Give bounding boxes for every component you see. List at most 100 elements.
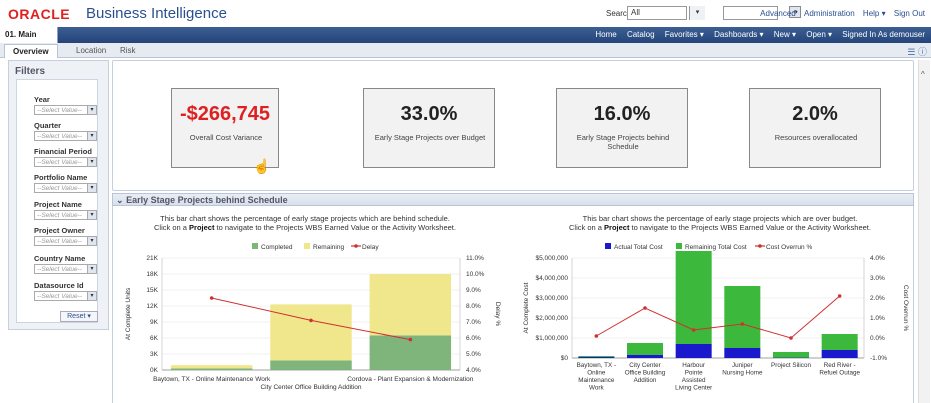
kpi-card-cost-variance[interactable]: -$266,745 Overall Cost Variance: [171, 88, 279, 168]
tab-main[interactable]: 01. Main: [0, 27, 58, 43]
chevron-down-icon[interactable]: ▾: [689, 6, 705, 20]
datasource-id-select[interactable]: --Select Value-- ▾: [34, 291, 97, 301]
y-tick-label: 15K: [146, 287, 158, 294]
y-tick-label: 18K: [146, 271, 158, 278]
kpi-card-over-budget[interactable]: 33.0% Early Stage Projects over Budget: [363, 88, 495, 168]
y2-tick-label: 1.0%: [870, 315, 885, 322]
oracle-logo: ORACLE: [8, 6, 71, 22]
y2-axis-title: Delay %: [494, 302, 501, 326]
y2-tick-label: 11.0%: [466, 255, 484, 262]
kpi-card-behind-schedule[interactable]: 16.0% Early Stage Projects behind Schedu…: [556, 88, 688, 168]
section-header[interactable]: ⌄ Early Stage Projects behind Schedule: [112, 193, 914, 206]
x-tick-label: Harbour Pointe Assisted Living Center: [675, 362, 712, 392]
project-emphasis: Project: [189, 223, 215, 232]
quarter-select[interactable]: --Select Value-- ▾: [34, 131, 97, 141]
legend-label: Actual Total Cost: [614, 244, 663, 251]
open-menu[interactable]: Open ▾: [806, 30, 832, 39]
reset-button[interactable]: Reset ▾: [60, 311, 98, 322]
y2-tick-label: 4.0%: [870, 255, 885, 262]
y2-tick-label: 8.0%: [466, 303, 481, 310]
collapse-icon[interactable]: ⌄: [116, 195, 124, 205]
filter-portfolio-name: Portfolio Name --Select Value-- ▾: [34, 173, 97, 193]
x-tick-label: Baytown, TX -Online Maintenance Work: [577, 362, 616, 392]
legend-swatch: [252, 243, 258, 249]
legend-swatch: [605, 243, 611, 249]
y2-tick-label: 0.0%: [870, 335, 885, 342]
overrun-point: [740, 322, 745, 326]
left-chart-description: This bar chart shows the percentage of e…: [154, 214, 456, 232]
x-tick-label: Red River -Refuel Outage: [819, 362, 860, 377]
new-menu[interactable]: New ▾: [774, 30, 796, 39]
legend-swatch: [758, 244, 762, 248]
bar-remaining-cost: [821, 334, 858, 350]
top-header: ORACLE Business Intelligence Search All …: [0, 0, 931, 27]
financial-period-select[interactable]: --Select Value-- ▾: [34, 157, 97, 167]
favorites-menu[interactable]: Favorites ▾: [665, 30, 704, 39]
hand-cursor-icon: ☝: [253, 158, 271, 174]
chevron-down-icon: ▾: [87, 158, 96, 166]
filter-quarter: Quarter --Select Value-- ▾: [34, 121, 97, 141]
year-select[interactable]: --Select Value-- ▾: [34, 105, 97, 115]
x-tick-label: City Center Office Building Addition: [625, 362, 666, 384]
y-tick-label: 12K: [146, 303, 158, 310]
chevron-down-icon: ▾: [87, 106, 96, 114]
y-tick-label: $0: [561, 355, 569, 362]
bar-remaining-cost: [724, 286, 761, 348]
kpi-label: Overall Cost Variance: [189, 133, 263, 142]
filter-label: Quarter: [34, 121, 62, 130]
legend-label: Completed: [261, 244, 293, 251]
filter-label: Country Name: [34, 254, 86, 263]
schedule-delay-chart[interactable]: Completed Remaining Delay 21K 18K 15K 12K 9K 6K 3…: [112, 238, 512, 403]
y-axis-title: At Complete Units: [125, 287, 132, 340]
project-name-select[interactable]: --Select Value-- ▾: [34, 210, 97, 220]
y2-tick-label: -1.0%: [870, 355, 887, 362]
y2-tick-label: 2.0%: [870, 295, 885, 302]
tab-location[interactable]: Location: [68, 44, 114, 58]
kpi-value: 16.0%: [593, 103, 651, 125]
filters-title: Filters: [15, 66, 46, 77]
bar-remaining-cost: [578, 356, 615, 357]
page-options-icon[interactable]: ☰ ⓘ: [907, 45, 927, 58]
kpi-card-resources-overallocated[interactable]: 2.0% Resources overallocated: [749, 88, 881, 168]
section-title: Early Stage Projects behind Schedule: [126, 195, 288, 205]
kpi-label: Resources overallocated: [774, 133, 858, 142]
bar-remaining: [369, 274, 452, 336]
bar-remaining-cost: [626, 343, 664, 355]
advanced-link[interactable]: Advanced: [760, 9, 796, 18]
vertical-scrollbar[interactable]: ^: [918, 60, 930, 403]
cost-overrun-chart[interactable]: Actual Total Cost Remaining Total Cost Cos…: [512, 238, 914, 403]
administration-link[interactable]: Administration: [804, 9, 855, 18]
help-link[interactable]: Help ▾: [863, 9, 886, 18]
nav-links: Home Catalog Favorites ▾ Dashboards ▾ Ne…: [587, 30, 925, 39]
home-link[interactable]: Home: [595, 30, 616, 39]
filter-label: Year: [34, 95, 50, 104]
legend-label: Remaining: [313, 244, 344, 251]
scroll-up-icon[interactable]: ^: [921, 70, 925, 79]
project-emphasis: Project: [604, 223, 630, 232]
dashboards-menu[interactable]: Dashboards ▾: [714, 30, 763, 39]
tab-risk[interactable]: Risk: [112, 44, 144, 58]
overrun-point: [837, 294, 842, 298]
x-tick-label: Juniper Nursing Home: [722, 362, 763, 377]
chevron-down-icon: ▾: [87, 184, 96, 192]
y-tick-label: $3,000,000: [535, 295, 568, 302]
y-tick-label: $4,000,000: [535, 275, 568, 282]
country-name-select[interactable]: --Select Value-- ▾: [34, 264, 97, 274]
x-tick-label: City Center Office Building Addition: [260, 384, 361, 391]
y2-tick-label: 5.0%: [466, 351, 481, 358]
portfolio-name-select[interactable]: --Select Value-- ▾: [34, 183, 97, 193]
search-scope-select[interactable]: All: [627, 6, 687, 20]
filter-year: Year --Select Value-- ▾: [34, 95, 97, 115]
signed-in-user: Signed In As demouser: [842, 30, 925, 39]
tab-overview[interactable]: Overview: [4, 44, 58, 58]
filter-label: Financial Period: [34, 147, 92, 156]
kpi-value: -$266,745: [179, 103, 271, 125]
sign-out-link[interactable]: Sign Out: [894, 9, 925, 18]
y2-tick-label: 4.0%: [466, 367, 481, 374]
bar-actual-cost: [675, 344, 712, 358]
project-owner-select[interactable]: --Select Value-- ▾: [34, 236, 97, 246]
y-tick-label: $2,000,000: [535, 315, 568, 322]
catalog-link[interactable]: Catalog: [627, 30, 655, 39]
bar-completed: [170, 368, 253, 370]
filter-project-owner: Project Owner --Select Value-- ▾: [34, 226, 97, 246]
